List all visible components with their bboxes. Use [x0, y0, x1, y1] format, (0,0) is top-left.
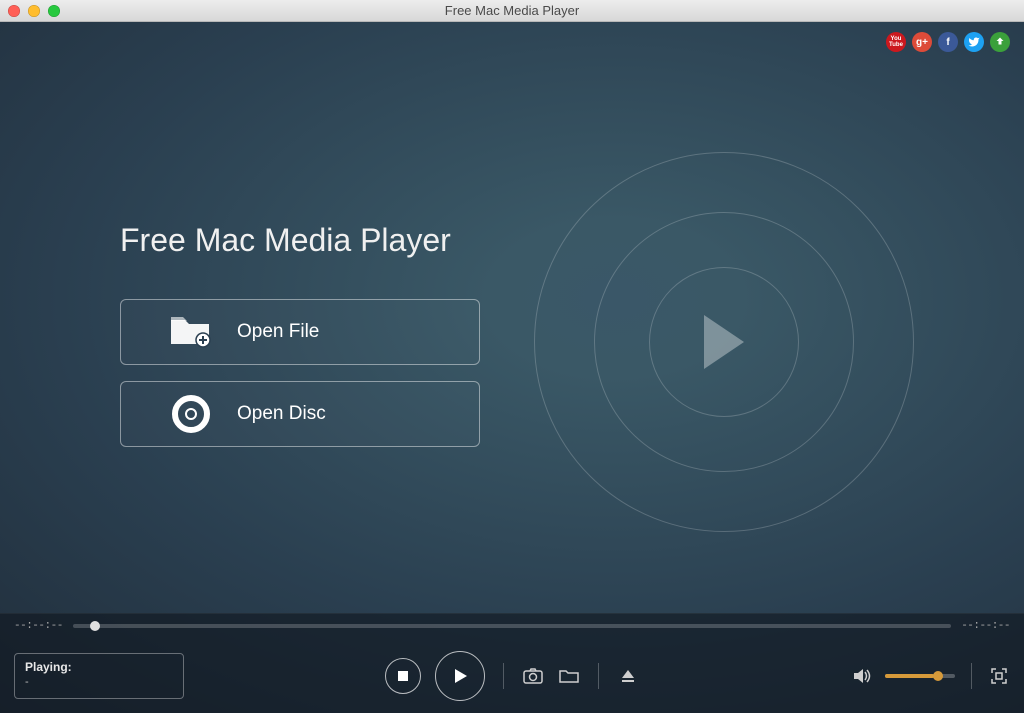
center-controls [385, 651, 639, 701]
volume-thumb[interactable] [933, 671, 943, 681]
fullscreen-button[interactable] [988, 665, 1010, 687]
disc-icon [169, 394, 213, 434]
current-time: --:--:-- [14, 620, 63, 632]
facebook-icon[interactable]: f [938, 32, 958, 52]
playing-label: Playing: [25, 660, 173, 674]
open-disc-label: Open Disc [237, 403, 326, 425]
app-window: Free Mac Media Player You Tube g+ f Free… [0, 0, 1024, 713]
volume-slider[interactable] [885, 674, 955, 678]
play-button[interactable] [435, 651, 485, 701]
controls-bar: --:--:-- --:--:-- Playing: - [0, 613, 1024, 713]
play-ripple [534, 152, 914, 532]
now-playing-box: Playing: - [14, 653, 184, 699]
twitter-icon[interactable] [964, 32, 984, 52]
seek-slider[interactable] [73, 624, 951, 628]
divider [598, 663, 599, 689]
play-icon [704, 315, 744, 369]
volume-icon[interactable] [851, 665, 873, 687]
open-folder-button[interactable] [558, 665, 580, 687]
app-body: You Tube g+ f Free Mac Media Player [0, 22, 1024, 713]
open-file-button[interactable]: Open File [120, 299, 480, 365]
total-time: --:--:-- [961, 620, 1010, 632]
open-disc-button[interactable]: Open Disc [120, 381, 480, 447]
divider [971, 663, 972, 689]
main-content: Free Mac Media Player Open File [120, 222, 480, 463]
update-icon[interactable] [990, 32, 1010, 52]
social-icons: You Tube g+ f [886, 32, 1010, 52]
seek-row: --:--:-- --:--:-- [0, 614, 1024, 638]
titlebar: Free Mac Media Player [0, 0, 1024, 22]
divider [503, 663, 504, 689]
stop-button[interactable] [385, 658, 421, 694]
window-title: Free Mac Media Player [0, 3, 1024, 18]
right-controls [851, 663, 1010, 689]
folder-add-icon [169, 312, 213, 352]
youtube-icon[interactable]: You Tube [886, 32, 906, 52]
app-title: Free Mac Media Player [120, 222, 480, 259]
googleplus-icon[interactable]: g+ [912, 32, 932, 52]
eject-button[interactable] [617, 665, 639, 687]
snapshot-button[interactable] [522, 665, 544, 687]
open-file-label: Open File [237, 321, 319, 343]
bottom-row: Playing: - [0, 638, 1024, 713]
volume-fill [885, 674, 934, 678]
seek-thumb[interactable] [90, 621, 100, 631]
playing-value: - [25, 676, 173, 688]
